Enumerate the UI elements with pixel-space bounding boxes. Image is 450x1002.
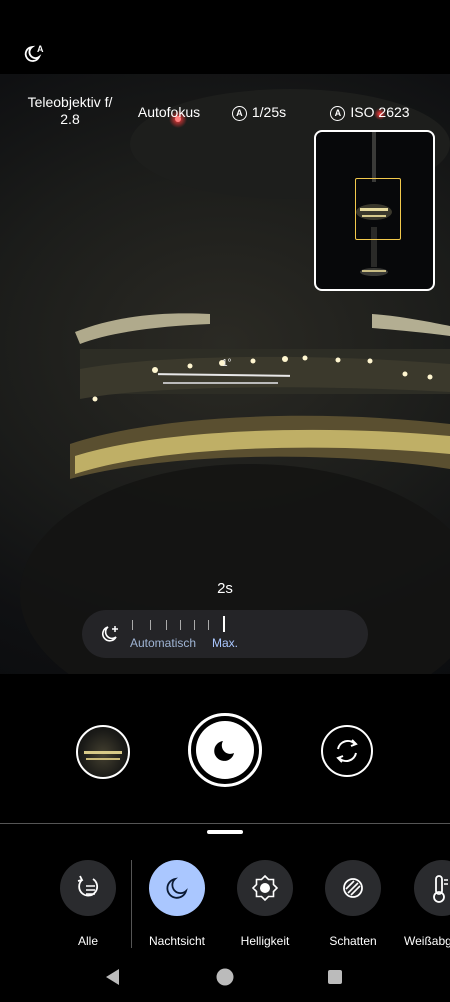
mode-brightness-button[interactable] <box>237 860 293 916</box>
shutter-value: 1/25s <box>251 104 287 120</box>
camera-info-bar: Teleobjektiv f/ 2.8 Autofokus A 1/25s A IS… <box>0 88 450 128</box>
shadows-icon <box>343 878 363 898</box>
thumbnail-image <box>84 751 122 760</box>
slider-max-label: Max. <box>212 636 239 650</box>
slider-tick <box>150 620 151 630</box>
svg-text:A: A <box>37 44 44 54</box>
night-sight-slider[interactable]: Automatisch Max. <box>82 610 368 658</box>
zoom-minimap[interactable] <box>314 130 435 291</box>
night-exposure-time: 2s <box>217 580 233 597</box>
mode-shadows[interactable] <box>325 860 381 916</box>
moon-icon <box>166 877 188 899</box>
slider-thumb[interactable] <box>223 616 225 632</box>
auto-badge-icon: A <box>231 106 247 121</box>
slider-tick <box>180 620 181 630</box>
mode-all[interactable] <box>60 860 116 916</box>
mode-brightness-label: Helligkeit <box>240 934 290 948</box>
level-angle: 1° <box>222 358 232 369</box>
mode-shadows-label: Schatten <box>329 934 377 948</box>
mode-nightsight-label: Nachtsicht <box>148 934 206 948</box>
brightness-icon <box>251 874 279 902</box>
focus-info[interactable]: Autofokus <box>128 104 210 121</box>
lens-info: Teleobjektiv f/ 2.8 <box>27 94 113 127</box>
mode-whitebalance-label: Weißabg <box>404 934 450 948</box>
slider-tick <box>208 620 209 630</box>
shutter-button[interactable] <box>196 721 254 779</box>
auto-badge-icon: A <box>330 106 346 121</box>
iso-info[interactable]: A ISO 2623 <box>328 104 412 121</box>
mode-nightsight[interactable] <box>149 860 205 916</box>
adjust-icon <box>77 875 98 897</box>
switch-camera-button[interactable] <box>321 725 373 777</box>
night-auto-icon[interactable]: A <box>22 42 46 64</box>
switch-camera-icon <box>336 739 358 763</box>
slider-tick <box>166 620 167 630</box>
mode-shadows-button[interactable] <box>325 860 381 916</box>
nav-recents-icon[interactable] <box>327 969 343 985</box>
night-plus-icon <box>102 626 118 642</box>
nav-back-icon[interactable] <box>103 966 123 988</box>
minimap-focus-box <box>355 178 401 240</box>
mode-nightsight-button[interactable] <box>149 860 205 916</box>
slider-tick <box>132 620 133 630</box>
mode-whitebalance-button[interactable] <box>414 860 450 916</box>
shutter-info[interactable]: A 1/25s <box>228 104 290 121</box>
mode-brightness[interactable] <box>237 860 293 916</box>
mode-all-label: Alle <box>77 934 98 948</box>
mode-all-button[interactable] <box>60 860 116 916</box>
thermometer-icon <box>433 875 448 903</box>
moon-icon <box>214 741 234 761</box>
viewfinder[interactable]: Teleobjektiv f/ 2.8 Autofokus A 1/25s A IS… <box>0 74 450 674</box>
drawer-divider <box>0 823 450 824</box>
gallery-thumbnail[interactable] <box>76 725 130 779</box>
slider-tick <box>194 620 195 630</box>
iso-value: ISO 2623 <box>350 104 410 120</box>
mode-whitebalance[interactable] <box>414 860 450 916</box>
nav-home-icon[interactable] <box>215 967 235 987</box>
slider-auto-label: Automatisch <box>130 636 197 650</box>
drawer-handle[interactable] <box>207 830 243 834</box>
